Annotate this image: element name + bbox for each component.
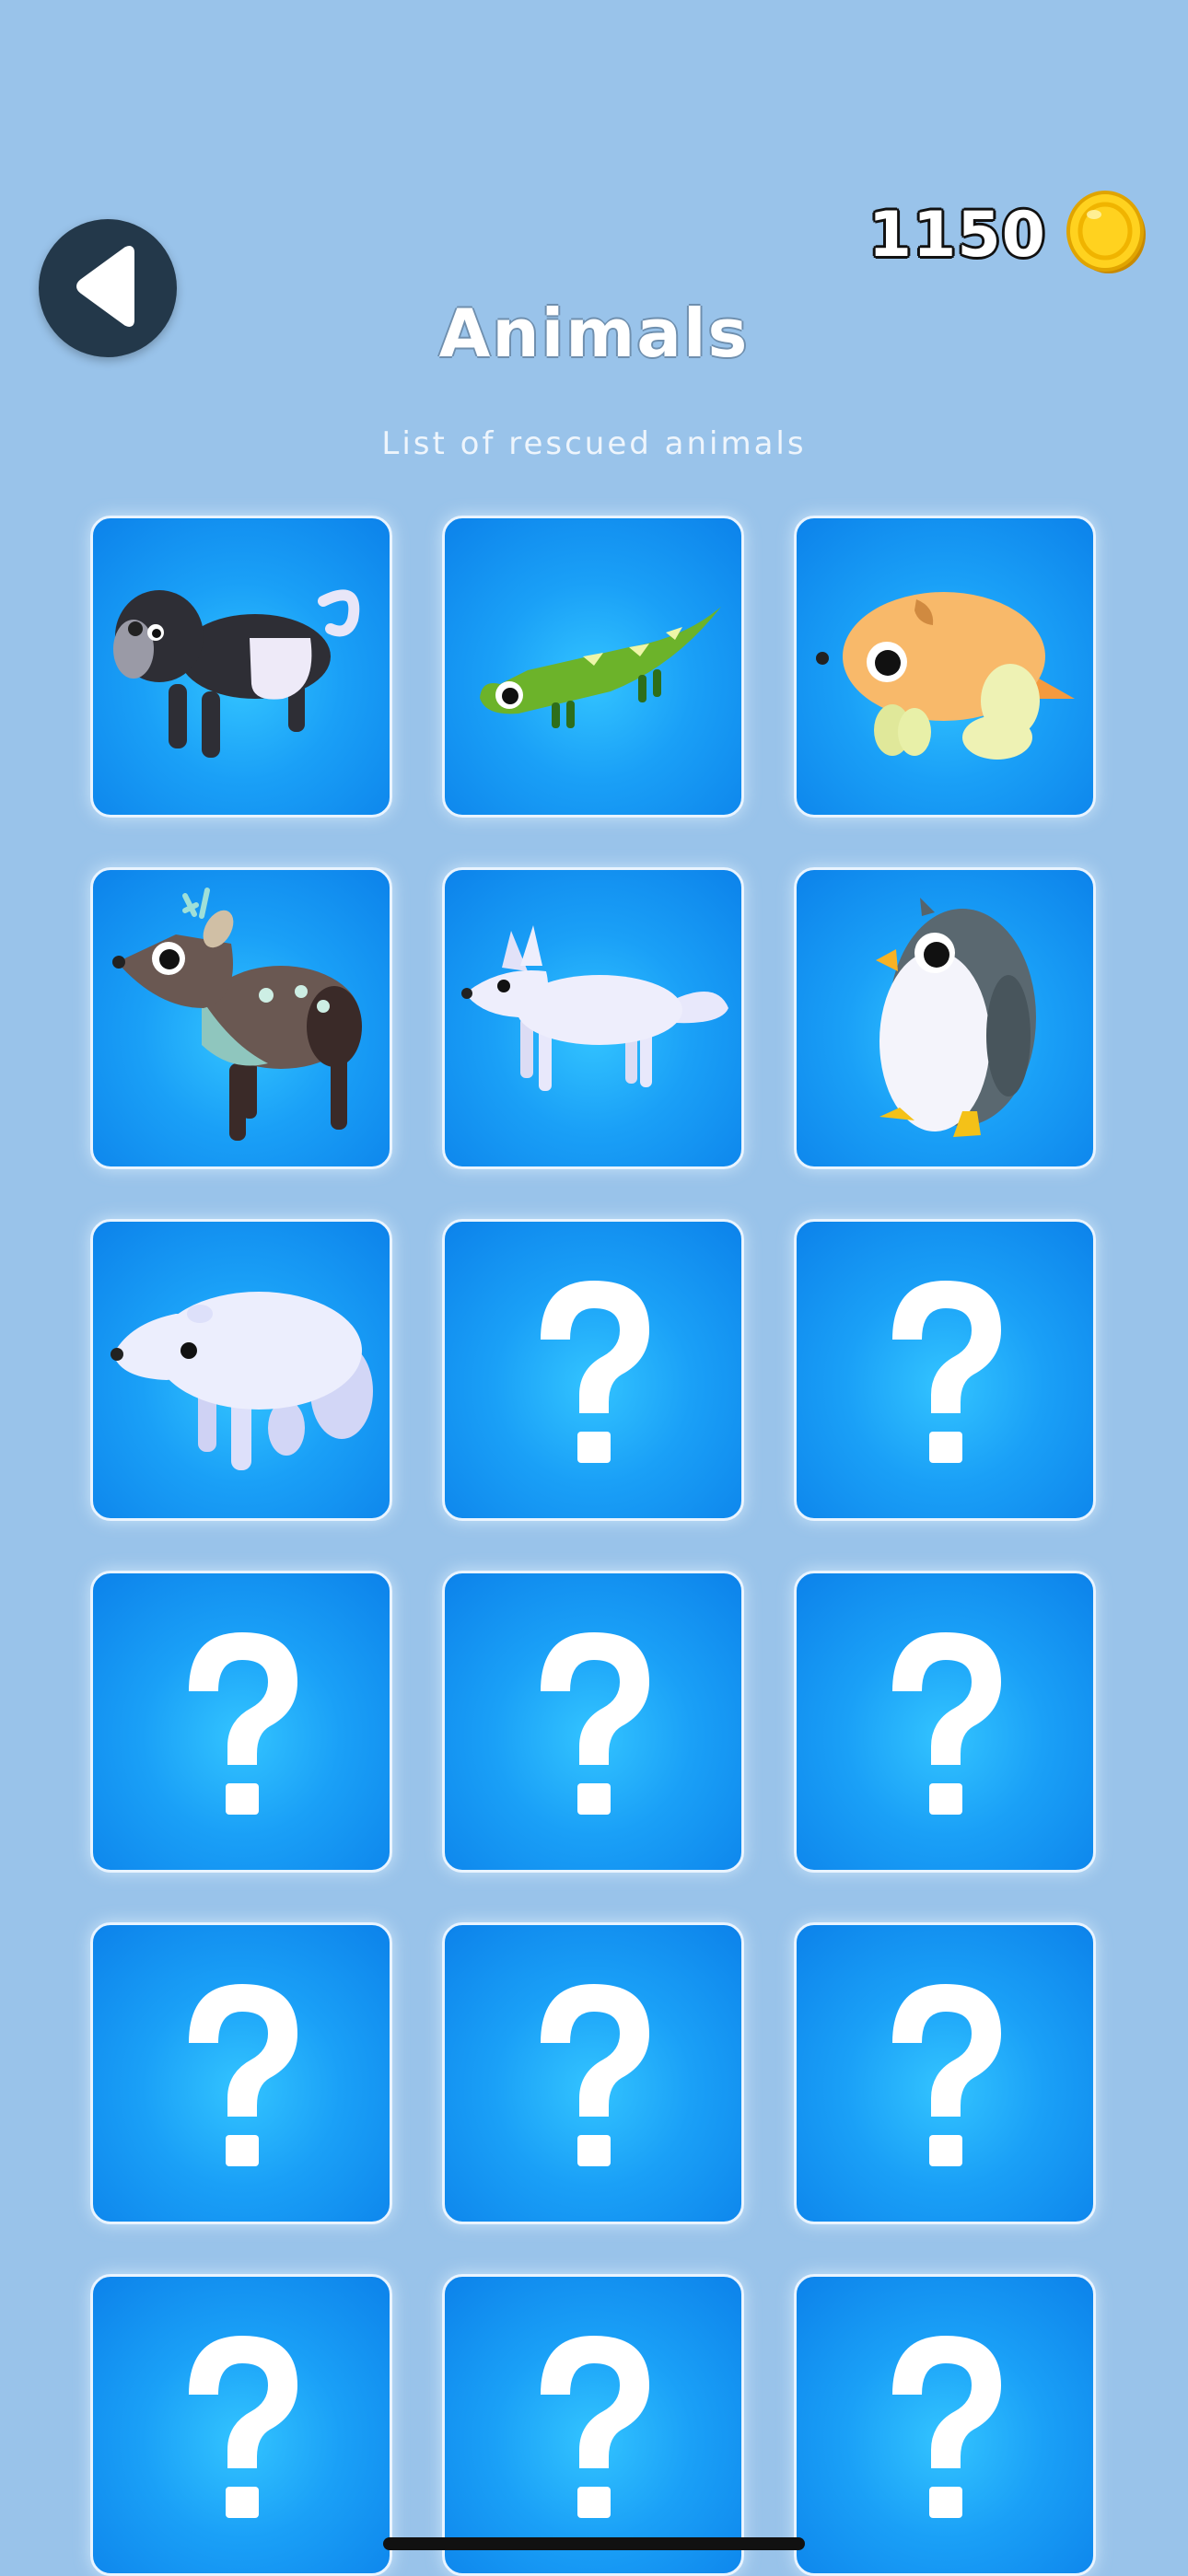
lizard-icon (480, 607, 721, 728)
animal-grid (90, 516, 1096, 2576)
hamster-icon (816, 592, 1075, 760)
animal-tile-locked[interactable] (794, 1219, 1096, 1521)
animal-tile-gorilla[interactable] (90, 516, 392, 818)
question-mark-icon (892, 2336, 1001, 2518)
polar-bear-icon (111, 1292, 373, 1470)
animal-tile-locked[interactable] (794, 2274, 1096, 2576)
question-mark-icon (541, 1632, 649, 1815)
home-indicator[interactable] (383, 2537, 805, 2550)
animal-tile-deer[interactable] (90, 867, 392, 1169)
gold-coin-icon (1063, 189, 1151, 281)
question-mark-icon (892, 1984, 1001, 2166)
animal-tile-locked[interactable] (442, 1571, 744, 1873)
animal-tile-locked[interactable] (442, 1922, 744, 2224)
penguin-icon (876, 898, 1036, 1137)
animal-tile-hamster[interactable] (794, 516, 1096, 818)
animal-tile-polar-bear[interactable] (90, 1219, 392, 1521)
question-mark-icon (189, 1632, 297, 1815)
animal-tile-locked[interactable] (794, 1922, 1096, 2224)
question-mark-icon (541, 1984, 649, 2166)
animal-tile-locked[interactable] (90, 1571, 392, 1873)
question-mark-icon (541, 1281, 649, 1463)
coin-balance: 1150 (868, 184, 1151, 285)
deer-icon (112, 888, 362, 1141)
animal-tile-lizard[interactable] (442, 516, 744, 818)
animal-tile-arctic-fox[interactable] (442, 867, 744, 1169)
question-mark-icon (541, 2336, 649, 2518)
animal-tile-locked[interactable] (794, 1571, 1096, 1873)
page-title: Animals (438, 295, 750, 372)
question-mark-icon (189, 2336, 297, 2518)
question-mark-icon (892, 1632, 1001, 1815)
arctic-fox-icon (461, 925, 728, 1091)
animal-tile-penguin[interactable] (794, 867, 1096, 1169)
animal-tile-locked[interactable] (90, 2274, 392, 2576)
question-mark-icon (189, 1984, 297, 2166)
question-mark-icon (892, 1281, 1001, 1463)
animal-tile-locked[interactable] (442, 1219, 744, 1521)
gorilla-icon (113, 589, 360, 758)
animal-tile-locked[interactable] (442, 2274, 744, 2576)
page-subtitle: List of rescued animals (381, 425, 807, 462)
animal-tile-locked[interactable] (90, 1922, 392, 2224)
coin-count: 1150 (868, 198, 1046, 272)
